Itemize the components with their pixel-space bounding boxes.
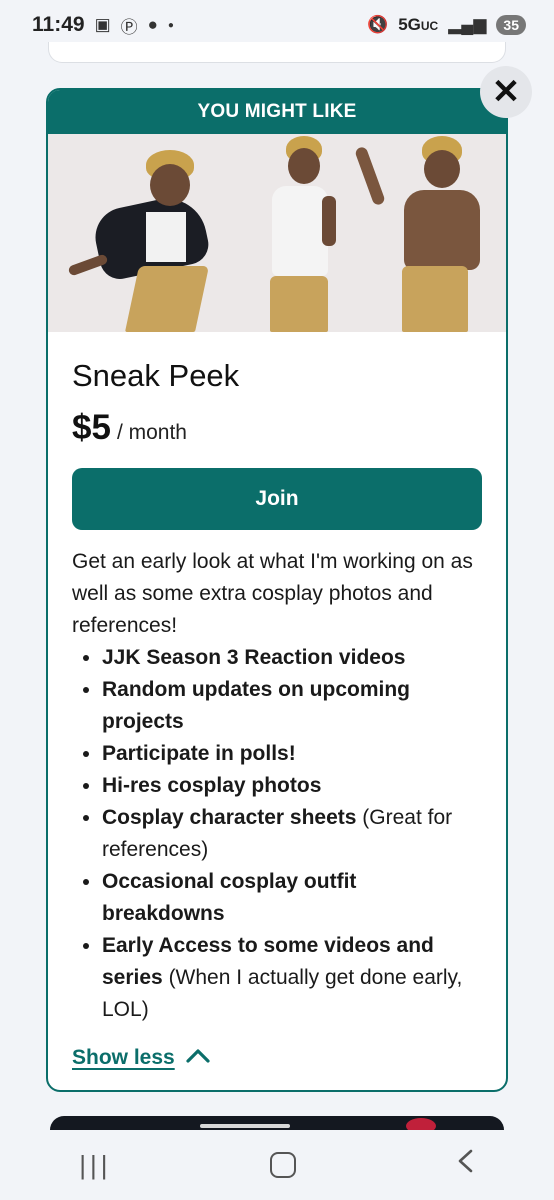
price-row: $5 / month xyxy=(72,408,482,448)
perk-bold: Random updates on upcoming projects xyxy=(102,678,410,733)
perk-item: Cosplay character sheets (Great for refe… xyxy=(102,802,482,866)
home-icon[interactable] xyxy=(270,1152,297,1178)
cosplay-figure-1 xyxy=(67,142,228,332)
perk-item: Participate in polls! xyxy=(102,738,482,770)
tier-price: $5 xyxy=(72,408,111,447)
network-indicator: 5GUC xyxy=(398,15,438,35)
recent-apps-icon[interactable]: ||| xyxy=(79,1150,111,1181)
chat-icon: ● xyxy=(147,15,158,34)
perk-item: JJK Season 3 Reaction videos xyxy=(102,642,482,674)
status-bar-right: 🔇 5GUC ▂▄▆ 35 xyxy=(367,15,526,35)
system-nav-bar: ||| xyxy=(0,1130,554,1200)
cosplay-figure-3 xyxy=(354,136,498,332)
perk-bold: Occasional cosplay outfit breakdowns xyxy=(102,870,357,925)
battery-icon: 35 xyxy=(496,15,526,35)
perk-item: Hi-res cosplay photos xyxy=(102,770,482,802)
previous-card-edge xyxy=(48,42,506,63)
description-text: Get an early look at what I'm working on… xyxy=(72,550,473,637)
mute-icon: 🔇 xyxy=(367,15,389,34)
show-less-label: Show less xyxy=(72,1046,175,1069)
perk-bold: Participate in polls! xyxy=(102,742,296,765)
show-less-link[interactable]: Show less xyxy=(72,1046,482,1070)
close-button[interactable]: ✕ xyxy=(480,66,532,118)
cosplay-figure-2 xyxy=(248,136,348,332)
tier-description: Get an early look at what I'm working on… xyxy=(72,546,482,1026)
perk-bold: Cosplay character sheets xyxy=(102,806,357,829)
perk-item: Random updates on upcoming projects xyxy=(102,674,482,738)
status-bar-left: 11:49 ▣ Ⓟ ● ● xyxy=(32,13,174,38)
perks-list: JJK Season 3 Reaction videos Random upda… xyxy=(72,642,482,1026)
screenshot-icon: ▣ xyxy=(94,15,111,34)
status-time: 11:49 xyxy=(32,13,85,36)
tier-card: YOU MIGHT LIKE Sneak Peek $5 / month Joi… xyxy=(46,88,508,1092)
network-sub-label: UC xyxy=(420,19,439,33)
tier-period: / month xyxy=(116,421,187,444)
signal-icon: ▂▄▆ xyxy=(448,15,487,34)
dot-icon: ● xyxy=(167,19,174,31)
card-header: YOU MIGHT LIKE xyxy=(48,90,506,134)
tier-title: Sneak Peek xyxy=(72,358,240,393)
back-icon[interactable] xyxy=(455,1148,475,1182)
network-label: 5G xyxy=(398,15,421,34)
perk-bold: JJK Season 3 Reaction videos xyxy=(102,646,406,669)
preview-light xyxy=(200,1124,290,1128)
perk-item: Occasional cosplay outfit breakdowns xyxy=(102,866,482,930)
card-body: Sneak Peek $5 / month Join Get an early … xyxy=(48,332,506,1070)
chevron-up-icon xyxy=(185,1046,211,1070)
tier-cover-image xyxy=(48,134,506,332)
perk-item: Early Access to some videos and series (… xyxy=(102,930,482,1026)
pinterest-icon: Ⓟ xyxy=(120,17,138,37)
close-icon: ✕ xyxy=(491,73,521,111)
join-button[interactable]: Join xyxy=(72,468,482,530)
perk-bold: Hi-res cosplay photos xyxy=(102,774,322,797)
